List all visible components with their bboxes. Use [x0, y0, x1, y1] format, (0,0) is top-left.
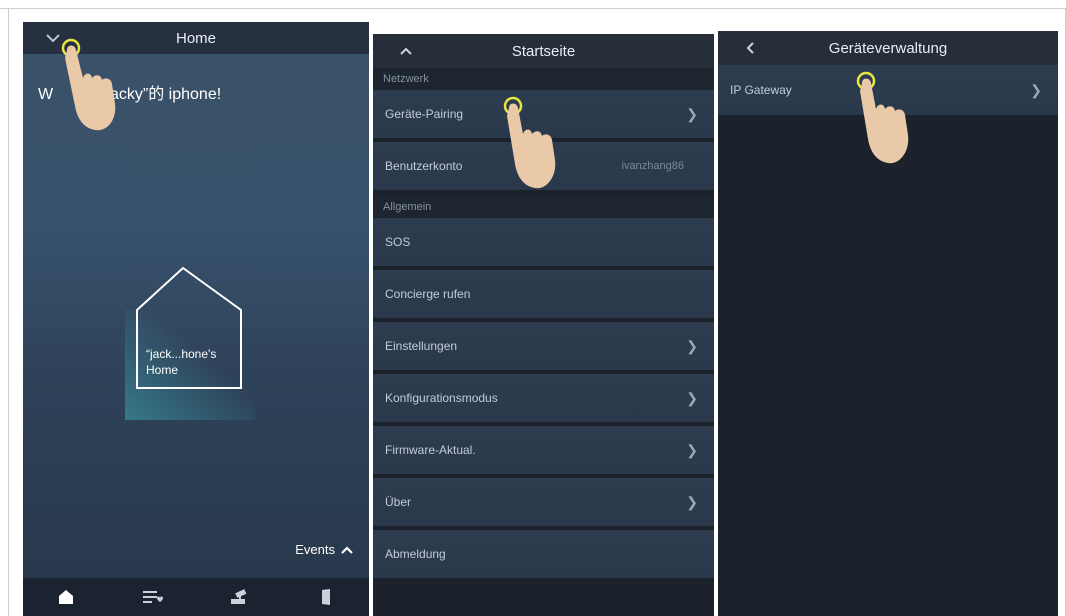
startseite-screen: Startseite Netzwerk Geräte-Pairing ❯ Ben…: [373, 34, 714, 616]
home-label-line1: “jack...hone's: [146, 347, 217, 361]
row-settings[interactable]: Einstellungen ❯: [373, 322, 714, 372]
row-label: Benutzerkonto: [385, 159, 463, 173]
row-label: SOS: [385, 235, 411, 249]
chevron-right-icon: ❯: [686, 441, 698, 458]
page-title: Startseite: [511, 42, 576, 60]
row-about[interactable]: Über ❯: [373, 478, 714, 528]
chevron-right-icon: ❯: [686, 389, 698, 406]
row-label: Über: [385, 495, 412, 509]
tab-door[interactable]: [306, 582, 346, 612]
row-sos[interactable]: SOS: [373, 218, 714, 268]
hand-pointer-icon: [850, 69, 920, 184]
chevron-right-icon: ❯: [686, 337, 698, 354]
hand-pointer-icon: [501, 94, 571, 209]
row-label: Firmware-Aktual.: [385, 443, 476, 457]
row-call-concierge[interactable]: Concierge rufen: [373, 270, 714, 320]
door-icon: [321, 589, 330, 605]
chevron-up-icon: [341, 545, 353, 554]
row-label: IP Gateway: [730, 83, 792, 97]
row-firmware-update[interactable]: Firmware-Aktual. ❯: [373, 426, 714, 476]
row-logout[interactable]: Abmeldung: [373, 530, 714, 580]
events-label: Events: [295, 542, 335, 557]
chevron-right-icon: ❯: [1030, 81, 1042, 98]
house-outline-icon: [125, 266, 255, 420]
section-header-network: Netzwerk: [373, 68, 714, 90]
row-label: Concierge rufen: [385, 287, 471, 301]
device-management-screen: Geräteverwaltung IP Gateway ❯: [718, 31, 1058, 616]
frame-left-line: [8, 8, 9, 616]
page-title: Geräteverwaltung: [828, 39, 948, 57]
home-card-label: “jack...hone's Home: [146, 346, 216, 378]
bottom-tabbar: [23, 578, 369, 616]
hand-pointer-icon: [61, 32, 131, 147]
account-value: ivanzhang86: [621, 160, 684, 172]
chevron-right-icon: ❯: [686, 493, 698, 510]
row-label: Einstellungen: [385, 339, 458, 353]
row-label: Abmeldung: [385, 547, 446, 561]
home-screen: Home W jacky”的 iphone! “jack...hone's Ho…: [23, 22, 369, 616]
tab-list[interactable]: [133, 582, 173, 612]
tab-camera[interactable]: [219, 582, 259, 612]
events-button[interactable]: Events: [295, 542, 353, 557]
home-label-line2: Home: [146, 363, 179, 377]
row-config-mode[interactable]: Konfigurationsmodus ❯: [373, 374, 714, 424]
row-label: Geräte-Pairing: [385, 107, 464, 121]
device-management-topbar: Geräteverwaltung: [718, 31, 1058, 65]
tab-home[interactable]: [46, 582, 86, 612]
startseite-topbar: Startseite: [373, 34, 714, 68]
home-icon: [59, 590, 74, 604]
list-heart-icon: [142, 591, 163, 603]
camera-icon: [231, 589, 247, 604]
frame-top-line: [0, 8, 1066, 9]
chevron-right-icon: ❯: [686, 105, 698, 122]
row-label: Konfigurationsmodus: [385, 391, 498, 405]
